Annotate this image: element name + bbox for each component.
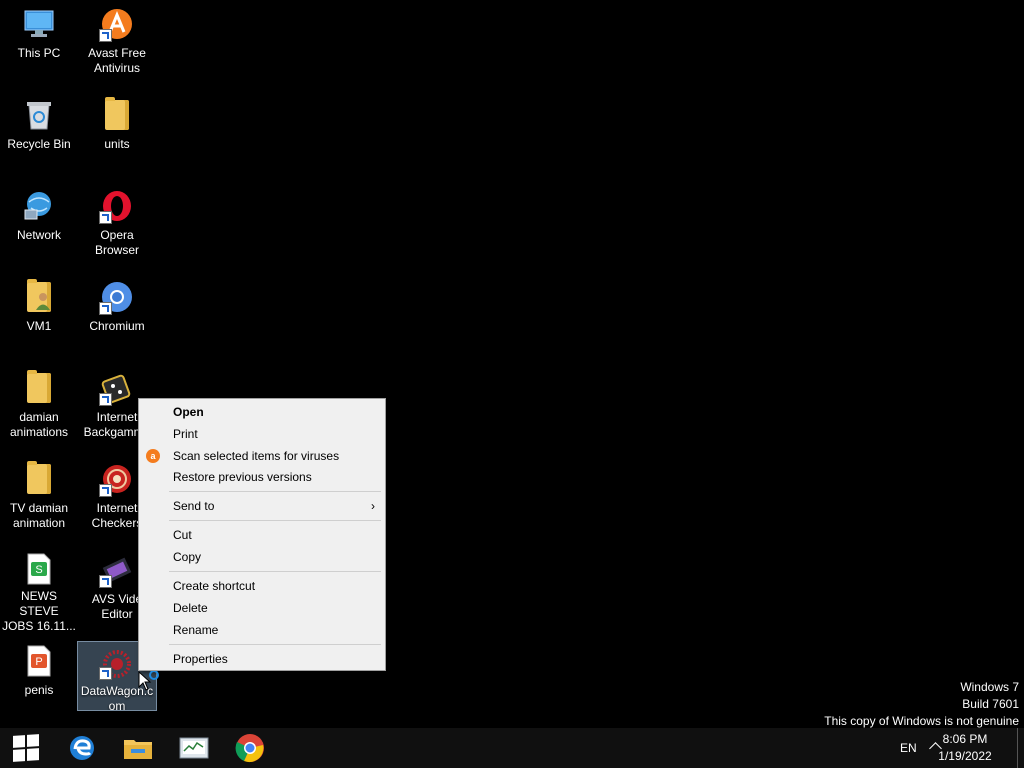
edge-icon (70, 736, 94, 760)
desktop-icon-penis[interactable]: P penis (0, 637, 78, 725)
menu-item-delete[interactable]: Delete (139, 597, 385, 619)
menu-item-create-shortcut[interactable]: Create shortcut (139, 575, 385, 597)
backgammon-icon (99, 370, 135, 406)
chromium-icon (99, 279, 135, 315)
presentation-icon: P (21, 643, 57, 679)
folder-icon (99, 97, 135, 133)
recycle-bin-icon (21, 97, 57, 133)
folder-icon (21, 370, 57, 406)
taskbar-task-manager[interactable] (168, 728, 220, 768)
datawagon-icon (99, 648, 135, 680)
menu-item-print[interactable]: Print (139, 423, 385, 445)
watermark-os: Windows 7 (960, 680, 1019, 694)
clock-date: 1/19/2022 (938, 749, 992, 763)
menu-item-scan-viruses[interactable]: a Scan selected items for viruses (139, 445, 385, 467)
taskbar-file-explorer[interactable] (112, 728, 164, 768)
user-folder-icon (21, 279, 57, 315)
chevron-right-icon: › (371, 499, 375, 513)
svg-text:S: S (35, 564, 42, 576)
desktop-icon-avast[interactable]: Avast Free Antivirus (78, 0, 156, 88)
desktop-icon-units[interactable]: units (78, 91, 156, 179)
desktop-icon-vm1[interactable]: VM1 (0, 273, 78, 361)
menu-separator (169, 644, 381, 645)
menu-item-restore-previous-versions[interactable]: Restore previous versions (139, 466, 385, 488)
desktop-icon-news-steve-jobs[interactable]: S NEWS STEVE JOBS 16.11... (0, 546, 78, 634)
menu-item-send-to[interactable]: Send to › (139, 495, 385, 517)
clock[interactable]: 8:06 PM 1/19/2022 (930, 728, 1000, 768)
avast-icon: a (146, 449, 160, 463)
start-button[interactable] (0, 728, 52, 768)
mouse-cursor-icon (138, 670, 162, 698)
chrome-icon (235, 734, 264, 763)
taskbar: EN 8:06 PM 1/19/2022 (0, 728, 1024, 768)
avast-icon (99, 6, 135, 42)
menu-item-rename[interactable]: Rename (139, 619, 385, 641)
clock-time: 8:06 PM (942, 732, 988, 746)
menu-separator (169, 520, 381, 521)
start-icon (13, 734, 39, 762)
svg-text:P: P (35, 656, 42, 668)
desktop-icon-chromium[interactable]: Chromium (78, 273, 156, 361)
desktop-icon-opera[interactable]: Opera Browser (78, 182, 156, 270)
desktop-icon-recycle-bin[interactable]: Recycle Bin (0, 91, 78, 179)
file-explorer-icon (124, 740, 152, 759)
menu-item-cut[interactable]: Cut (139, 524, 385, 546)
taskbar-edge[interactable] (56, 728, 108, 768)
desktop-icon-this-pc[interactable]: This PC (0, 0, 78, 88)
watermark-build: Build 7601 (962, 697, 1019, 711)
spreadsheet-icon: S (21, 552, 57, 585)
language-indicator[interactable]: EN (900, 728, 917, 768)
task-manager-icon (179, 737, 209, 759)
desktop-icon-tv-damian-animation[interactable]: TV damian animation (0, 455, 78, 543)
desktop-icon-damian-animations[interactable]: damian animations (0, 364, 78, 452)
menu-separator (169, 491, 381, 492)
computer-icon (21, 6, 57, 42)
desktop-icon-network[interactable]: Network (0, 182, 78, 270)
network-icon (21, 188, 57, 224)
video-editor-icon (99, 552, 135, 588)
opera-icon (99, 188, 135, 224)
context-menu: Open Print a Scan selected items for vir… (138, 398, 386, 671)
folder-icon (21, 461, 57, 497)
menu-item-copy[interactable]: Copy (139, 546, 385, 568)
menu-item-properties[interactable]: Properties (139, 648, 385, 670)
taskbar-chrome[interactable] (224, 728, 276, 768)
menu-item-open[interactable]: Open (139, 401, 385, 423)
checkers-icon (99, 461, 135, 497)
menu-separator (169, 571, 381, 572)
windows-watermark: Windows 7 Build 7601 This copy of Window… (824, 679, 1019, 730)
show-desktop-button[interactable] (1017, 728, 1024, 768)
